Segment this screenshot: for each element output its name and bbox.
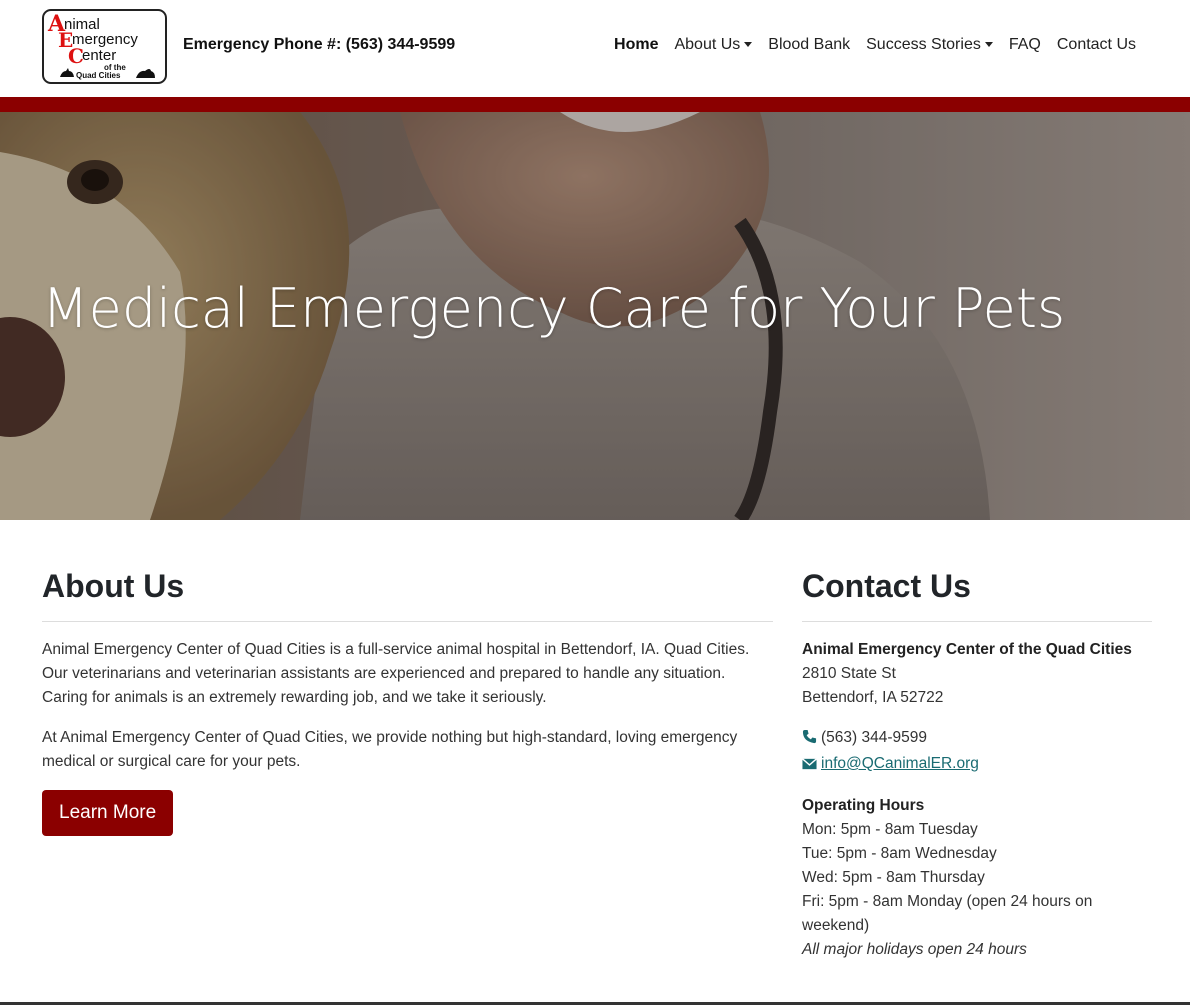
contact-email-row: info@QCanimalER.org	[802, 752, 1152, 778]
site-header: A nimal E mergency C enter of the Quad C…	[0, 0, 1190, 97]
nav-blood-bank[interactable]: Blood Bank	[760, 36, 858, 54]
envelope-icon	[802, 754, 817, 778]
nav-blood-bank-label: Blood Bank	[768, 36, 851, 53]
hours-heading: Operating Hours	[802, 797, 925, 814]
cat-silhouette-icon	[136, 69, 155, 78]
nav-home-label: Home	[614, 36, 659, 53]
site-logo[interactable]: A nimal E mergency C enter of the Quad C…	[42, 9, 167, 84]
address-block: Animal Emergency Center of the Quad Citi…	[802, 638, 1152, 710]
emergency-phone[interactable]: Emergency Phone #: (563) 344-9599	[183, 36, 455, 54]
dog-silhouette-icon	[60, 68, 74, 77]
header-accent-bar	[0, 97, 1190, 112]
logo-line3: enter	[82, 47, 116, 64]
nav-faq-label: FAQ	[1008, 36, 1041, 53]
hero-banner: Medical Emergency Care for Your Pets	[0, 112, 1190, 520]
learn-more-button[interactable]: Learn More	[42, 790, 174, 836]
main-nav: Home About Us Blood Bank Success Stories…	[606, 36, 1144, 54]
nav-home[interactable]: Home	[606, 36, 666, 54]
caret-down-icon	[984, 41, 993, 47]
about-section: About Us Animal Emergency Center of Quad…	[42, 568, 773, 836]
operating-hours: Operating Hours Mon: 5pm - 8am Tuesday T…	[802, 794, 1152, 962]
about-heading: About Us	[42, 568, 773, 622]
nav-faq[interactable]: FAQ	[1001, 36, 1049, 54]
nav-success-label: Success Stories	[866, 36, 981, 53]
caret-down-icon	[744, 41, 753, 47]
nav-contact-us[interactable]: Contact Us	[1049, 36, 1144, 54]
hours-line: Fri: 5pm - 8am Monday (open 24 hours on …	[802, 893, 1093, 934]
street-address: 2810 State St	[802, 665, 896, 682]
contact-section: Contact Us Animal Emergency Center of th…	[802, 568, 1152, 962]
contact-phone-row[interactable]: (563) 344-9599	[802, 726, 1152, 752]
hours-line: Wed: 5pm - 8am Thursday	[802, 869, 985, 886]
nav-about-us[interactable]: About Us	[666, 36, 760, 54]
about-paragraph-2: At Animal Emergency Center of Quad Citie…	[42, 729, 738, 770]
contact-email-link[interactable]: info@QCanimalER.org	[821, 755, 979, 772]
about-paragraph-1: Animal Emergency Center of Quad Cities i…	[42, 641, 750, 706]
holidays-note: All major holidays open 24 hours	[802, 941, 1027, 958]
contact-heading: Contact Us	[802, 568, 1152, 622]
business-name: Animal Emergency Center of the Quad Citi…	[802, 641, 1132, 658]
nav-success-stories[interactable]: Success Stories	[858, 36, 1001, 54]
hero-title: Medical Emergency Care for Your Pets	[42, 277, 1066, 340]
nav-contact-label: Contact Us	[1056, 36, 1136, 53]
hours-line: Mon: 5pm - 8am Tuesday	[802, 821, 978, 838]
city-state-zip: Bettendorf, IA 52722	[802, 689, 944, 706]
hours-line: Tue: 5pm - 8am Wednesday	[802, 845, 997, 862]
contact-methods: (563) 344-9599 info@QCanimalER.org	[802, 726, 1152, 778]
logo-line5: Quad Cities	[76, 71, 121, 80]
phone-icon	[802, 728, 817, 752]
contact-phone: (563) 344-9599	[821, 729, 927, 746]
nav-about-label: About Us	[674, 36, 741, 53]
